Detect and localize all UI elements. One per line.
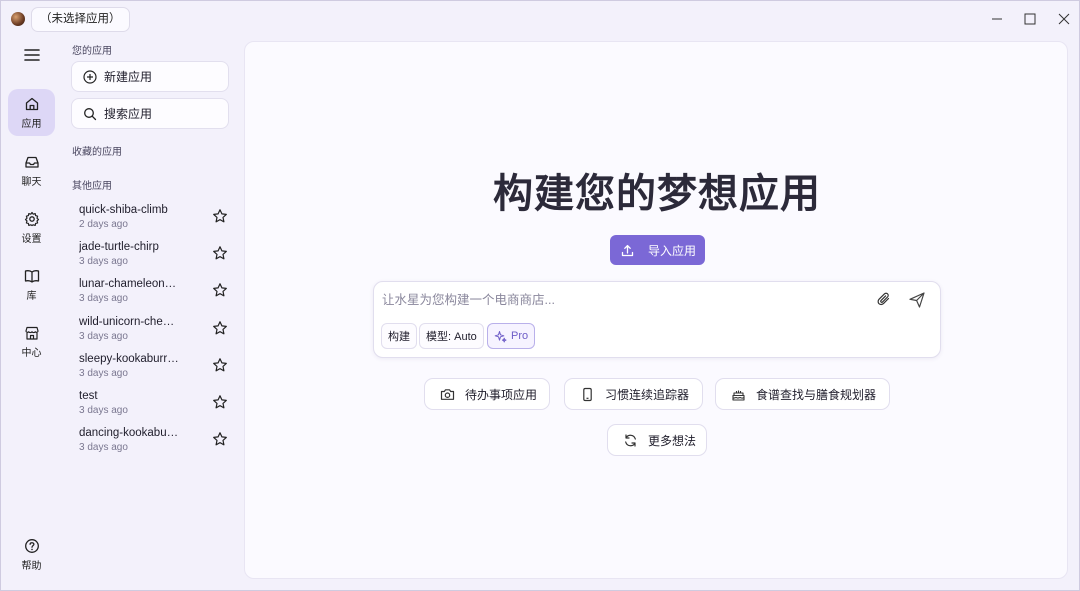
menu-toggle[interactable] <box>21 45 43 65</box>
app-list-item[interactable]: test 3 days ago <box>71 389 231 423</box>
suggestion-todo-app[interactable]: 待办事项应用 <box>424 378 550 410</box>
suggestion-habit-tracker[interactable]: 习惯连续追踪器 <box>564 378 703 410</box>
favorite-star-icon[interactable] <box>212 282 228 298</box>
search-icon <box>84 107 97 120</box>
book-icon <box>24 269 39 283</box>
plus-circle-icon <box>83 69 97 84</box>
rail-label: 聊天 <box>21 176 42 188</box>
model-chip[interactable]: 模型: Auto <box>419 323 484 349</box>
main-content: 构建您的梦想应用 导入应用 构建 模型: Auto Pro 待办事项应用 <box>244 41 1068 579</box>
favorite-star-icon[interactable] <box>212 394 228 410</box>
title-bar: （未选择应用） <box>1 1 1079 37</box>
inbox-icon <box>24 156 39 168</box>
maximize-icon <box>1024 13 1036 25</box>
rail-label: 帮助 <box>21 560 42 572</box>
gear-icon <box>24 211 39 226</box>
more-ideas-label: 更多想法 <box>648 433 697 448</box>
app-selector[interactable]: （未选择应用） <box>31 7 130 32</box>
rail-label: 应用 <box>21 118 42 130</box>
app-time: 3 days ago <box>79 405 128 416</box>
favorites-title: 收藏的应用 <box>72 147 122 158</box>
other-apps-title: 其他应用 <box>72 181 112 192</box>
app-time: 2 days ago <box>79 219 128 230</box>
rail-item-hub[interactable]: 中心 <box>8 318 55 365</box>
new-app-button[interactable]: 新建应用 <box>71 61 229 92</box>
app-name: wild-unicorn-che… <box>79 315 175 328</box>
app-list-item[interactable]: lunar-chameleon… 3 days ago <box>71 277 231 311</box>
app-name: lunar-chameleon… <box>79 278 177 291</box>
close-button[interactable] <box>1052 9 1076 29</box>
favorite-star-icon[interactable] <box>212 431 228 447</box>
apps-panel: 您的应用 新建应用 搜索应用 收藏的应用 其他应用 quick-shiba-cl… <box>61 37 241 591</box>
app-name: dancing-kookabu… <box>79 427 179 440</box>
send-icon <box>909 292 925 308</box>
minimize-icon <box>992 18 1002 20</box>
search-app-label: 搜索应用 <box>104 107 153 121</box>
paperclip-icon <box>877 292 890 306</box>
app-time: 3 days ago <box>79 442 128 454</box>
suggestion-recipe-planner[interactable]: 食谱查找与膳食规划器 <box>715 378 890 410</box>
app-time: 3 days ago <box>79 256 128 268</box>
app-list-item[interactable]: jade-turtle-chirp 3 days ago <box>71 240 231 274</box>
favorite-star-icon[interactable] <box>212 208 228 224</box>
attach-button[interactable] <box>876 291 892 312</box>
new-app-label: 新建应用 <box>104 70 153 84</box>
app-name: quick-shiba-climb <box>79 204 168 216</box>
maximize-button[interactable] <box>1018 9 1042 29</box>
home-icon <box>25 97 38 110</box>
import-app-button[interactable]: 导入应用 <box>610 235 705 265</box>
rail-item-help[interactable]: 帮助 <box>8 531 55 578</box>
help-icon <box>24 538 39 553</box>
store-icon <box>24 326 39 340</box>
pro-label: Pro <box>511 330 529 342</box>
nav-rail: 应用 聊天 设置 库 中心 帮助 <box>1 37 61 591</box>
app-name: test <box>79 390 98 402</box>
rail-item-settings[interactable]: 设置 <box>8 204 55 251</box>
app-window: （未选择应用） 应用 聊天 设置 库 中心 帮助 您的应用 新建应用 搜索应用 … <box>0 0 1080 591</box>
send-button[interactable] <box>908 291 926 314</box>
app-list-item[interactable]: quick-shiba-climb 2 days ago <box>71 203 231 237</box>
app-time: 3 days ago <box>79 330 128 342</box>
import-app-label: 导入应用 <box>648 243 697 258</box>
prompt-box: 构建 模型: Auto Pro <box>373 281 941 358</box>
app-name: sleepy-kookaburr… <box>79 352 179 365</box>
rail-item-chat[interactable]: 聊天 <box>8 147 55 194</box>
favorite-star-icon[interactable] <box>212 245 228 261</box>
app-list-item[interactable]: sleepy-kookaburr… 3 days ago <box>71 352 231 386</box>
app-list-item[interactable]: wild-unicorn-che… 3 days ago <box>71 315 231 349</box>
suggestion-label: 食谱查找与膳食规划器 <box>756 387 877 402</box>
suggestion-label: 习惯连续追踪器 <box>605 387 690 402</box>
app-logo <box>11 12 25 26</box>
prompt-input[interactable] <box>382 291 852 309</box>
build-chip[interactable]: 构建 <box>381 323 417 349</box>
refresh-icon <box>625 433 636 447</box>
app-name: jade-turtle-chirp <box>79 241 159 254</box>
app-time: 3 days ago <box>79 367 128 379</box>
hero-title: 构建您的梦想应用 <box>493 172 821 216</box>
app-list-item[interactable]: dancing-kookabu… 3 days ago <box>71 426 231 460</box>
upload-icon <box>621 244 634 256</box>
rail-item-library[interactable]: 库 <box>8 261 55 308</box>
minimize-button[interactable] <box>985 9 1009 29</box>
app-time: 3 days ago <box>79 293 128 305</box>
phone-icon <box>583 387 592 401</box>
more-ideas-button[interactable]: 更多想法 <box>607 424 707 456</box>
search-app-button[interactable]: 搜索应用 <box>71 98 229 129</box>
close-icon <box>1058 13 1070 25</box>
rail-label: 设置 <box>21 233 42 245</box>
pro-chip[interactable]: Pro <box>487 323 536 349</box>
rail-item-apps[interactable]: 应用 <box>8 89 55 136</box>
favorite-star-icon[interactable] <box>212 357 228 373</box>
hamburger-icon <box>24 49 40 61</box>
rail-label: 中心 <box>21 347 42 359</box>
favorite-star-icon[interactable] <box>212 320 228 336</box>
your-apps-title: 您的应用 <box>72 46 112 57</box>
cake-icon <box>732 390 745 401</box>
sparkles-icon <box>494 330 507 342</box>
camera-icon <box>440 388 455 400</box>
rail-label: 库 <box>26 290 37 302</box>
suggestion-label: 待办事项应用 <box>465 387 538 402</box>
